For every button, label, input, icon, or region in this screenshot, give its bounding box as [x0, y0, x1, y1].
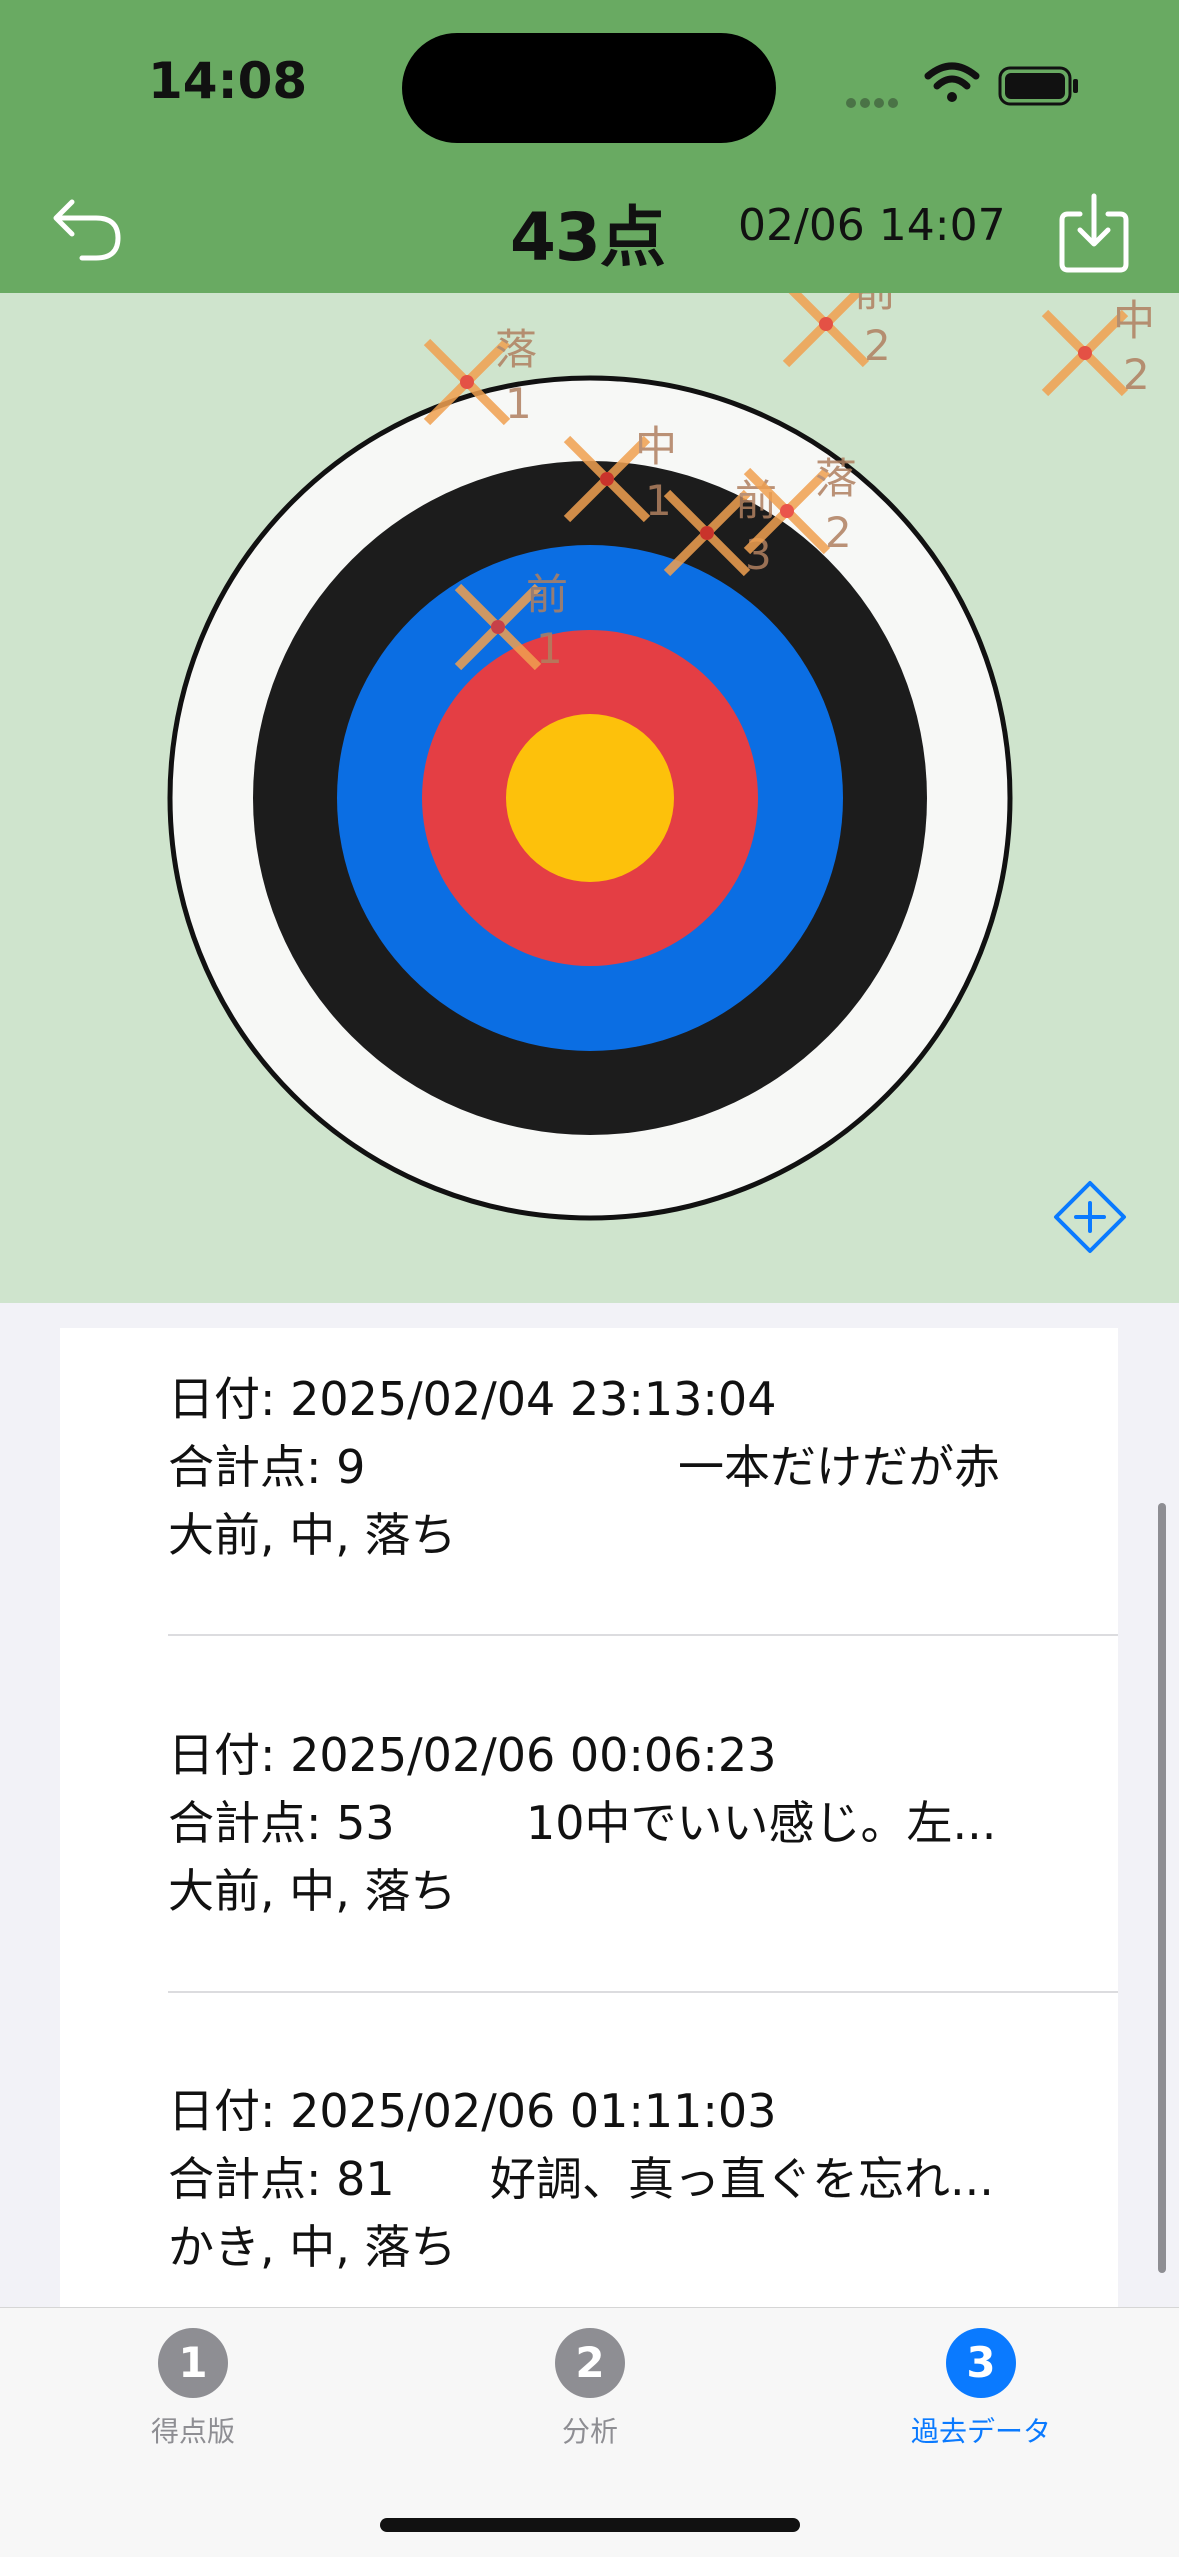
- battery-icon: [998, 66, 1078, 106]
- arrow-hit-mark[interactable]: 中2: [1041, 296, 1155, 399]
- arrow-number-label: 1: [645, 476, 672, 525]
- entry-tags: 大前, 中, 落ち: [168, 1508, 457, 1562]
- entry-tags: 大前, 中, 落ち: [168, 1864, 457, 1918]
- plus-diamond-icon[interactable]: [1052, 1179, 1128, 1255]
- tab-label: 得点版: [150, 2415, 235, 2448]
- wifi-icon: [924, 62, 980, 102]
- ring-gold: [506, 714, 674, 882]
- arrow-number-label: 2: [864, 321, 891, 370]
- entry-date: 日付: 2025/02/06 00:06:23: [168, 1728, 777, 1782]
- entry-date: 日付: 2025/02/06 01:11:03: [168, 2084, 777, 2138]
- arrow-position-label: 前: [854, 293, 896, 316]
- tab-analysis[interactable]: 2 分析: [440, 2328, 740, 2450]
- entry-total: 合計点: 53: [168, 1796, 395, 1850]
- entry-note: 10中でいい感じ。左...: [526, 1796, 997, 1850]
- tab-label: 分析: [561, 2415, 618, 2448]
- entry-note: 一本だけだが赤: [678, 1440, 1000, 1494]
- arrow-position-label: 落: [495, 325, 537, 374]
- entry-date: 日付: 2025/02/04 23:13:04: [168, 1372, 777, 1426]
- arrow-number-label: 2: [1123, 350, 1150, 399]
- header: 14:08 43点 02/06 14:07: [0, 0, 1179, 293]
- dynamic-island: [402, 33, 776, 143]
- target-board[interactable]: 中1前2中2落1前3落2前1: [0, 293, 1179, 1303]
- session-datetime: 02/06 14:07: [738, 200, 1006, 251]
- cellular-signal-icon: [846, 93, 908, 109]
- scrollbar[interactable]: [1158, 1503, 1166, 2273]
- arrow-hit-mark[interactable]: 前2: [782, 293, 896, 370]
- history-entry[interactable]: 日付: 2025/02/04 23:13:04 合計点: 9 一本だけだが赤 大…: [168, 1365, 1068, 1569]
- history-entry[interactable]: 日付: 2025/02/06 01:11:03 合計点: 81 好調、真っ直ぐを…: [168, 2077, 1068, 2281]
- target-face[interactable]: 中1前2中2落1前3落2前1: [0, 293, 1179, 1303]
- history-entry[interactable]: 日付: 2025/02/06 00:06:23 合計点: 53 10中でいい感じ…: [168, 1721, 1068, 1925]
- arrow-number-label: 2: [825, 508, 852, 557]
- tab-number-badge: 3: [946, 2328, 1016, 2398]
- tab-score-board[interactable]: 1 得点版: [43, 2328, 343, 2450]
- undo-arrow-icon[interactable]: [48, 188, 128, 268]
- divider: [168, 1991, 1118, 1993]
- history-list[interactable]: 日付: 2025/02/04 23:13:04 合計点: 9 一本だけだが赤 大…: [0, 1303, 1179, 2307]
- arrow-number-label: 1: [505, 379, 532, 428]
- divider: [168, 1634, 1118, 1636]
- arrow-position-label: 中: [1113, 296, 1155, 345]
- arrow-position-label: 落: [815, 454, 857, 503]
- status-time: 14:08: [148, 52, 308, 110]
- tab-past-data[interactable]: 3 過去データ: [831, 2328, 1131, 2450]
- entry-tags: かき, 中, 落ち: [168, 2220, 457, 2274]
- tab-number-badge: 1: [158, 2328, 228, 2398]
- entry-total: 合計点: 81: [168, 2152, 395, 2206]
- arrow-position-label: 中: [635, 422, 677, 471]
- arrow-number-label: 1: [536, 624, 563, 673]
- download-tray-icon[interactable]: [1054, 190, 1134, 274]
- entry-note: 好調、真っ直ぐを忘れ...: [490, 2152, 994, 2206]
- tab-label: 過去データ: [910, 2415, 1051, 2448]
- home-indicator: [380, 2518, 800, 2532]
- tab-number-badge: 2: [555, 2328, 625, 2398]
- arrow-position-label: 前: [526, 570, 568, 619]
- entry-total: 合計点: 9: [168, 1440, 366, 1494]
